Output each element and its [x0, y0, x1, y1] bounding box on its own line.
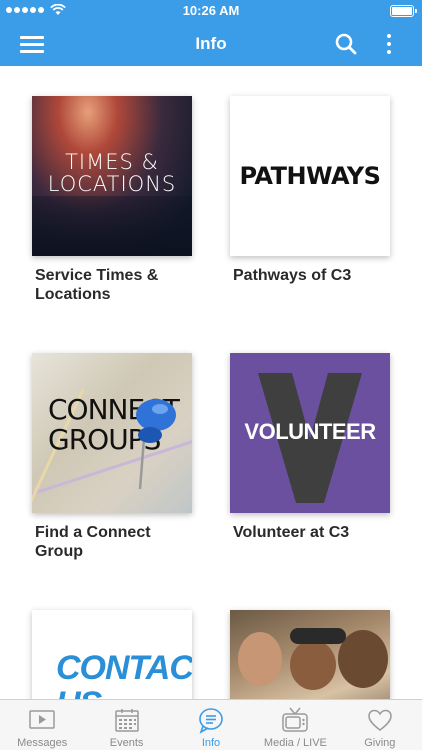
more-options-button[interactable]	[380, 30, 400, 58]
tab-media-live[interactable]: Media / LIVE	[253, 700, 337, 750]
search-icon	[335, 33, 357, 55]
image-caption: VOLUNTEER	[244, 419, 376, 444]
status-bar: 10:26 AM	[0, 0, 422, 22]
tab-label: Media / LIVE	[263, 737, 327, 749]
person-face	[290, 640, 336, 690]
card-people[interactable]	[230, 610, 400, 699]
heart-icon	[368, 709, 392, 731]
people-photo	[230, 610, 390, 699]
connect-groups-image: CONNECT GROUPS	[32, 353, 192, 513]
card-service-times[interactable]: TIMES & LOCATIONS Service Times & Locati…	[32, 96, 202, 304]
image-caption: TIMES & LOCATIONS	[47, 150, 177, 196]
card-contact[interactable]: CONTACT US	[32, 610, 202, 699]
map-pin-icon	[136, 399, 176, 490]
tab-messages[interactable]: Messages	[0, 700, 84, 750]
tv-icon	[282, 707, 309, 732]
tab-label: Events	[109, 737, 144, 749]
card-title: Service Times & Locations	[35, 267, 159, 303]
calendar-icon	[114, 709, 139, 732]
hat	[290, 628, 346, 644]
tab-label: Info	[201, 737, 221, 749]
tab-label: Messages	[17, 737, 68, 749]
info-grid: TIMES & LOCATIONS Service Times & Locati…	[0, 66, 422, 699]
image-caption: PATHWAYS	[239, 162, 381, 190]
volunteer-image: VOLUNTEER	[230, 353, 390, 513]
video-icon	[29, 710, 55, 729]
card-pathways[interactable]: PATHWAYS Pathways of C3	[230, 96, 400, 285]
person-face	[238, 632, 282, 686]
chat-bubble-icon	[199, 708, 223, 734]
page-title: Info	[195, 34, 227, 53]
tab-label: Giving	[364, 737, 396, 749]
service-times-image: TIMES & LOCATIONS	[32, 96, 192, 256]
card-title: Find a Connect Group	[35, 524, 151, 560]
tab-giving[interactable]: Giving	[338, 700, 422, 750]
contact-image: CONTACT US	[32, 610, 192, 699]
search-button[interactable]	[334, 32, 358, 56]
card-title: Pathways of C3	[233, 267, 352, 284]
pathways-image: PATHWAYS	[230, 96, 390, 256]
card-volunteer[interactable]: VOLUNTEER Volunteer at C3	[230, 353, 400, 542]
tab-bar: Messages Events Info Media / LIVE Giving	[0, 699, 422, 750]
image-caption: CONTACT US	[56, 649, 192, 699]
tab-events[interactable]: Events	[84, 700, 168, 750]
crowd-silhouette	[32, 196, 192, 256]
status-time: 10:26 AM	[182, 3, 240, 18]
battery-icon	[390, 5, 417, 17]
tab-info[interactable]: Info	[169, 700, 253, 750]
card-connect-group[interactable]: CONNECT GROUPS Find a Connect Group	[32, 353, 202, 561]
nav-bar: Info	[0, 22, 422, 66]
card-title: Volunteer at C3	[233, 524, 350, 541]
